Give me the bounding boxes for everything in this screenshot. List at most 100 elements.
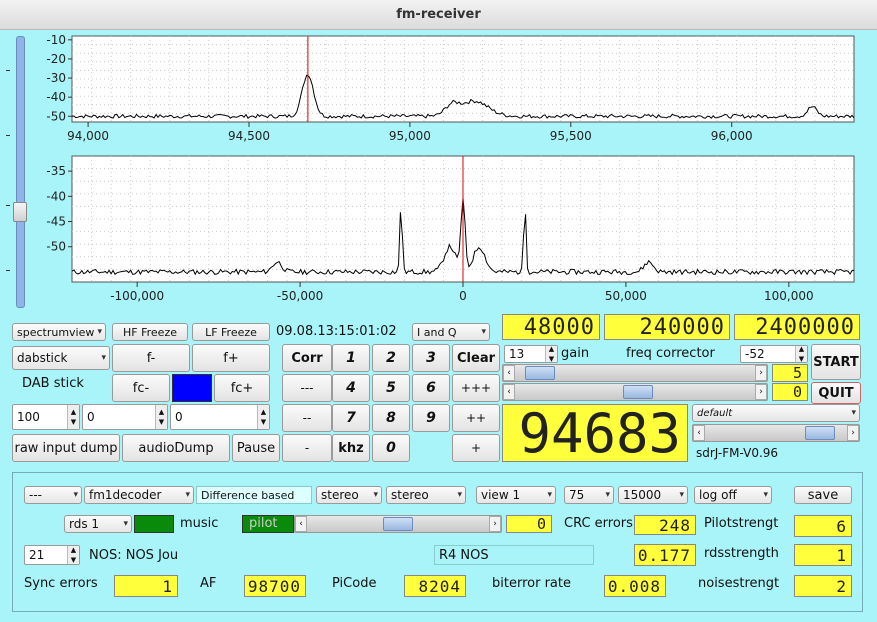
mode-label: ---	[29, 488, 42, 502]
profile-label: default	[697, 407, 733, 419]
profile-slider-handle[interactable]	[805, 426, 835, 440]
raw-input-dump-button[interactable]: raw input dump	[12, 434, 120, 462]
log-select[interactable]: log off ▾	[694, 486, 772, 504]
spin-21-value: 21	[29, 548, 45, 562]
spin-arrows-icon[interactable]: ▲ ▼	[67, 405, 79, 429]
spin-0a-value: 0	[87, 410, 95, 424]
dash1-button[interactable]: -	[282, 434, 332, 462]
spin-arrows-icon[interactable]: ▲ ▼	[795, 345, 807, 363]
lf-freeze-button[interactable]: LF Freeze	[192, 323, 270, 341]
dash2-button[interactable]: --	[282, 404, 332, 432]
spin-arrows-icon[interactable]: ▲ ▼	[545, 345, 557, 363]
left-vertical-slider-handle[interactable]	[13, 202, 27, 222]
start-button[interactable]: START	[811, 344, 861, 380]
view-select[interactable]: view 1 ▾	[476, 486, 556, 504]
key-0-button[interactable]: 0	[372, 434, 410, 462]
spectrumview-select[interactable]: spectrumview ▾	[12, 323, 106, 341]
log-label: log off	[699, 488, 737, 502]
chevron-right-icon[interactable]: ›	[755, 384, 767, 400]
music-label: music	[180, 516, 219, 531]
chevron-left-icon[interactable]: ‹	[503, 365, 515, 381]
y-tick-label: -45	[46, 215, 66, 229]
rds-select[interactable]: rds 1 ▾	[64, 515, 132, 533]
freq-corrector-slider[interactable]: ‹ ›	[502, 383, 768, 401]
freq-corrector-spin[interactable]: -52 ▲ ▼	[740, 345, 808, 363]
gain-slider-handle[interactable]	[525, 366, 555, 380]
iq-mode-select[interactable]: I and Q ▾	[412, 323, 490, 341]
profile-select[interactable]: default ▾	[692, 404, 860, 422]
spin-arrows-icon[interactable]: ▲ ▼	[155, 405, 167, 429]
key-8-button[interactable]: 8	[372, 404, 410, 432]
stereo-select-2[interactable]: stereo ▾	[386, 486, 466, 504]
key-7-button[interactable]: 7	[332, 404, 370, 432]
device-select[interactable]: dabstick ▾	[12, 346, 110, 370]
key-9-button[interactable]: 9	[412, 404, 450, 432]
fc-plus-button[interactable]: fc+	[214, 374, 270, 402]
pilot-slider[interactable]: ‹ ›	[294, 515, 502, 533]
chevron-right-icon[interactable]: ›	[847, 425, 859, 441]
corr-button[interactable]: Corr	[282, 344, 332, 372]
chevron-left-icon[interactable]: ‹	[503, 384, 515, 400]
key-3-button[interactable]: 3	[412, 344, 450, 372]
plus3-button[interactable]: +++	[452, 374, 500, 402]
freq-corrector-value: -52	[745, 347, 765, 361]
quit-button[interactable]: QUIT	[811, 382, 861, 404]
key-5-button[interactable]: 5	[372, 374, 410, 402]
spin-0a[interactable]: 0 ▲ ▼	[82, 404, 168, 430]
f-minus-button[interactable]: f-	[112, 344, 190, 372]
clear-button[interactable]: Clear	[452, 344, 500, 372]
y-tick-label: -35	[46, 164, 66, 178]
chevron-down-icon: ▾	[547, 490, 552, 500]
f-plus-button[interactable]: f+	[192, 344, 270, 372]
pause-button[interactable]: Pause	[232, 434, 280, 462]
x-tick-label: 95,000	[389, 129, 431, 143]
sync-errors-lcd: 1	[114, 575, 178, 597]
biterror-rate-lcd: 0.008	[604, 575, 666, 597]
chevron-right-icon[interactable]: ›	[489, 516, 501, 532]
key-6-button[interactable]: 6	[412, 374, 450, 402]
gain-slider[interactable]: ‹ ›	[502, 364, 768, 382]
chevron-right-icon[interactable]: ›	[755, 365, 767, 381]
spin-21[interactable]: 21 ▲ ▼	[24, 545, 80, 565]
save-button[interactable]: save	[794, 486, 852, 504]
pilot-slider-handle[interactable]	[383, 517, 413, 531]
fm-rate-lcd: 240000	[604, 314, 730, 340]
freq-corrector-slider-handle[interactable]	[623, 385, 653, 399]
audio-dump-button[interactable]: audioDump	[122, 434, 230, 462]
left-vertical-slider[interactable]	[16, 36, 25, 308]
af-label: AF	[200, 576, 217, 591]
hf-freeze-button[interactable]: HF Freeze	[112, 323, 188, 341]
chevron-left-icon[interactable]: ‹	[693, 425, 705, 441]
tick-mark	[6, 205, 10, 206]
af-lcd: 98700	[244, 575, 306, 597]
khz-button[interactable]: khz	[332, 434, 370, 462]
stereo-select-1[interactable]: stereo ▾	[316, 486, 382, 504]
station-name-text: NOS: NOS Jou	[89, 547, 179, 563]
chevron-left-icon[interactable]: ‹	[295, 516, 307, 532]
music-indicator	[134, 515, 174, 533]
gain-spin[interactable]: 13 ▲ ▼	[504, 345, 558, 363]
fc-minus-button[interactable]: fc-	[112, 374, 170, 402]
device-name-label: DAB stick	[22, 376, 84, 391]
spin-arrows-icon[interactable]: ▲ ▼	[67, 546, 79, 564]
key-4-button[interactable]: 4	[332, 374, 370, 402]
stereo-label-2: stereo	[391, 488, 429, 502]
plus1-button[interactable]: +	[452, 434, 500, 462]
dash3-button[interactable]: ---	[282, 374, 332, 402]
datetime-display: 09.08.13:15:01:02	[276, 324, 397, 339]
plus2-button[interactable]: ++	[452, 404, 500, 432]
mode-select[interactable]: --- ▾	[24, 486, 82, 504]
spin-0b[interactable]: 0 ▲ ▼	[170, 404, 270, 430]
profile-slider[interactable]: ‹ ›	[692, 424, 860, 442]
input-rate-lcd: 48000	[502, 314, 600, 340]
spin-arrows-icon[interactable]: ▲ ▼	[257, 405, 269, 429]
lowpass-select[interactable]: 15000 ▾	[618, 486, 688, 504]
key-1-button[interactable]: 1	[332, 344, 370, 372]
deemphasis-select[interactable]: 75 ▾	[564, 486, 614, 504]
spin-100[interactable]: 100 ▲ ▼	[12, 404, 80, 430]
gain-label: gain	[561, 346, 590, 361]
gain-value: 13	[509, 347, 525, 361]
key-2-button[interactable]: 2	[372, 344, 410, 372]
tick-mark	[6, 70, 10, 71]
decoder-select[interactable]: fm1decoder ▾	[84, 486, 194, 504]
